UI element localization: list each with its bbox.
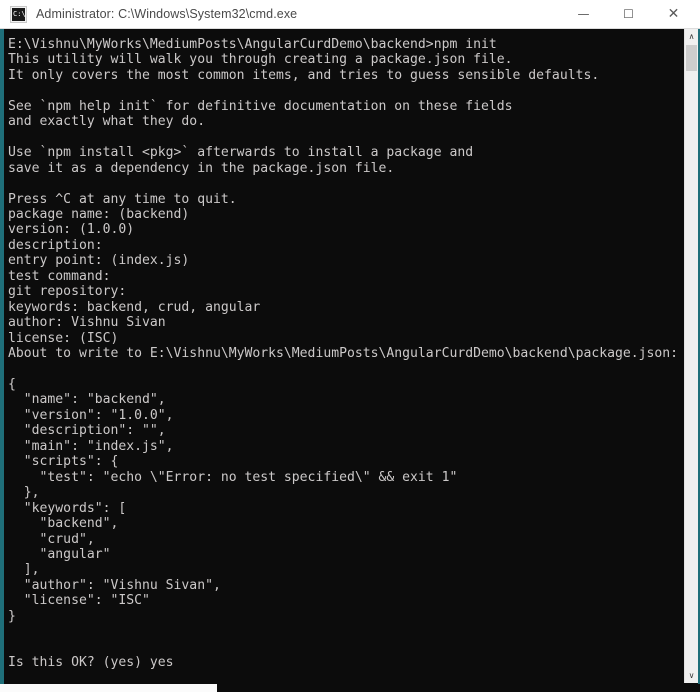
console-text: E:\Vishnu\MyWorks\MediumPosts\AngularCur… (8, 37, 679, 671)
cmd-window: C:\ Administrator: C:\Windows\System32\c… (0, 0, 700, 692)
console-output-area[interactable]: E:\Vishnu\MyWorks\MediumPosts\AngularCur… (4, 29, 684, 683)
cmd-app-icon-label: C:\ (12, 7, 25, 21)
close-button[interactable]: ✕ (651, 0, 696, 29)
horizontal-scrollbar[interactable] (0, 684, 700, 692)
title-bar[interactable]: C:\ Administrator: C:\Windows\System32\c… (0, 0, 700, 29)
window-controls: — ☐ ✕ (561, 0, 700, 29)
maximize-button[interactable]: ☐ (606, 0, 651, 29)
vertical-scrollbar-thumb[interactable] (686, 45, 697, 71)
horizontal-scrollbar-thumb[interactable] (0, 684, 217, 692)
vertical-scrollbar[interactable]: ∧ ∨ (684, 29, 698, 683)
window-title: Administrator: C:\Windows\System32\cmd.e… (36, 7, 298, 21)
scroll-up-arrow-icon[interactable]: ∧ (685, 29, 698, 44)
minimize-button[interactable]: — (561, 0, 606, 29)
scroll-down-arrow-icon[interactable]: ∨ (685, 668, 698, 683)
cmd-app-icon: C:\ (10, 5, 27, 23)
